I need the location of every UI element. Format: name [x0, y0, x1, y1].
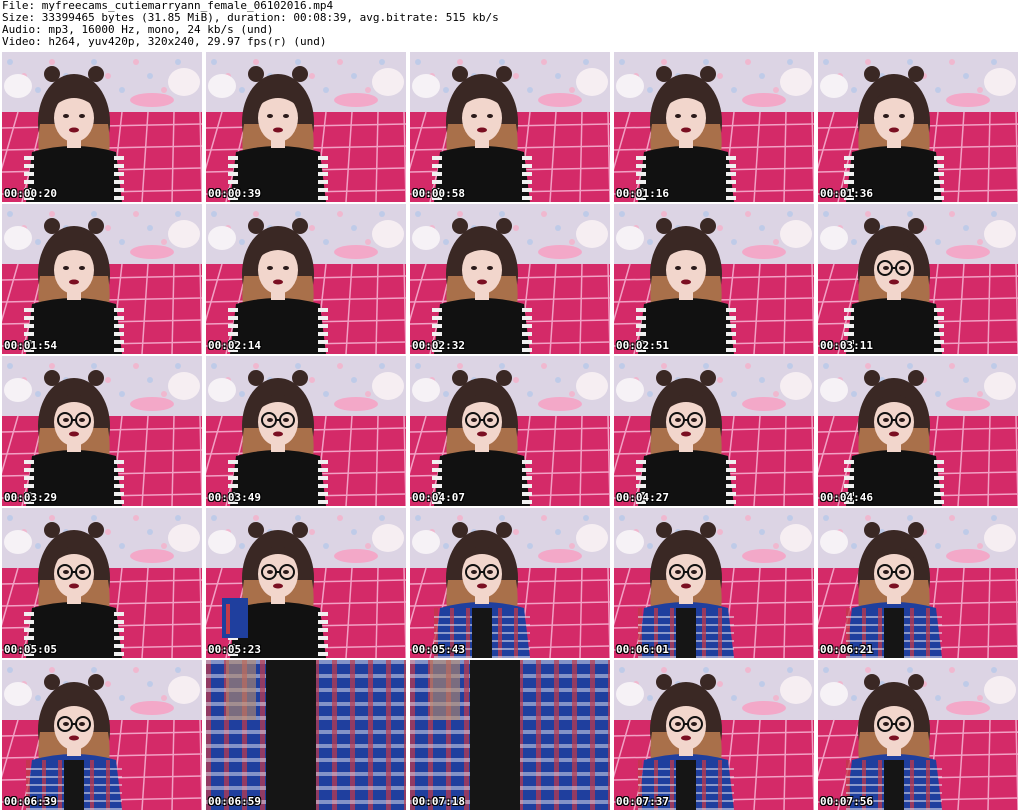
- thumbnail-timestamp: 00:04:46: [820, 491, 873, 504]
- thumbnail-timestamp: 00:04:07: [412, 491, 465, 504]
- video-thumbnail: 00:03:49: [206, 356, 406, 506]
- thumbnail-frame-image: [818, 508, 1018, 658]
- video-thumbnail: 00:04:46: [818, 356, 1018, 506]
- thumbnail-frame-image: [206, 204, 406, 354]
- video-thumbnail: 00:07:56: [818, 660, 1018, 810]
- thumbnail-frame-image: [614, 356, 814, 506]
- thumbnail-timestamp: 00:02:14: [208, 339, 261, 352]
- thumbnail-timestamp: 00:01:16: [616, 187, 669, 200]
- thumbnail-timestamp: 00:01:54: [4, 339, 57, 352]
- thumbnail-frame-image: [614, 660, 814, 810]
- thumbnail-timestamp: 00:06:59: [208, 795, 261, 808]
- thumbnail-timestamp: 00:03:11: [820, 339, 873, 352]
- thumbnail-timestamp: 00:02:32: [412, 339, 465, 352]
- video-thumbnail: 00:01:54: [2, 204, 202, 354]
- video-thumbnail: 00:01:16: [614, 52, 814, 202]
- thumbnail-frame-image: [818, 52, 1018, 202]
- video-thumbnail: 00:06:59: [206, 660, 406, 810]
- thumbnail-frame-image: [2, 508, 202, 658]
- thumbnail-timestamp: 00:03:49: [208, 491, 261, 504]
- video-thumbnail: 00:06:39: [2, 660, 202, 810]
- thumbnail-frame-image: [2, 356, 202, 506]
- video-thumbnail: 00:07:37: [614, 660, 814, 810]
- video-thumbnail: 00:02:51: [614, 204, 814, 354]
- video-thumbnail: 00:00:39: [206, 52, 406, 202]
- thumbnail-frame-image: [410, 52, 610, 202]
- video-thumbnail: 00:00:20: [2, 52, 202, 202]
- thumbnail-frame-image: [818, 660, 1018, 810]
- thumbnail-frame-image: [614, 508, 814, 658]
- video-info-line: Video: h264, yuv420p, 320x240, 29.97 fps…: [2, 35, 327, 48]
- video-thumbnail: 00:06:21: [818, 508, 1018, 658]
- thumbnail-timestamp: 00:02:51: [616, 339, 669, 352]
- video-thumbnail: 00:05:43: [410, 508, 610, 658]
- thumbnail-frame-image: [2, 52, 202, 202]
- thumbnail-frame-image: [410, 660, 610, 810]
- thumbnail-frame-image: [818, 204, 1018, 354]
- thumbnail-timestamp: 00:03:29: [4, 491, 57, 504]
- thumbnail-timestamp: 00:00:20: [4, 187, 57, 200]
- video-thumbnail: 00:05:23: [206, 508, 406, 658]
- thumbnail-frame-image: [410, 508, 610, 658]
- thumbnail-timestamp: 00:06:01: [616, 643, 669, 656]
- thumbnail-frame-image: [206, 52, 406, 202]
- thumbnail-frame-image: [2, 660, 202, 810]
- video-thumbnail: 00:01:36: [818, 52, 1018, 202]
- thumbnail-timestamp: 00:07:37: [616, 795, 669, 808]
- thumbnail-timestamp: 00:07:56: [820, 795, 873, 808]
- contact-sheet: File: myfreecams_cutiemarryann_female_06…: [0, 0, 1024, 811]
- thumbnail-frame-image: [206, 508, 406, 658]
- thumbnail-timestamp: 00:05:05: [4, 643, 57, 656]
- video-thumbnail: 00:04:27: [614, 356, 814, 506]
- video-thumbnail: 00:04:07: [410, 356, 610, 506]
- video-thumbnail: 00:05:05: [2, 508, 202, 658]
- video-thumbnail: 00:03:11: [818, 204, 1018, 354]
- thumbnail-frame-image: [614, 52, 814, 202]
- thumbnail-timestamp: 00:05:43: [412, 643, 465, 656]
- thumbnail-timestamp: 00:01:36: [820, 187, 873, 200]
- thumbnail-timestamp: 00:07:18: [412, 795, 465, 808]
- thumbnail-timestamp: 00:00:58: [412, 187, 465, 200]
- video-thumbnail: 00:07:18: [410, 660, 610, 810]
- thumbnail-frame-image: [206, 660, 406, 810]
- thumbnail-frame-image: [614, 204, 814, 354]
- video-thumbnail: 00:06:01: [614, 508, 814, 658]
- thumbnail-timestamp: 00:04:27: [616, 491, 669, 504]
- video-thumbnail: 00:02:14: [206, 204, 406, 354]
- thumbnail-frame-image: [410, 356, 610, 506]
- thumbnail-frame-image: [206, 356, 406, 506]
- thumbnail-grid: 00:00:20 00:00:39 00:00:58 00:01:16 00:01:36…: [2, 52, 1022, 811]
- video-thumbnail: 00:00:58: [410, 52, 610, 202]
- thumbnail-frame-image: [818, 356, 1018, 506]
- thumbnail-timestamp: 00:05:23: [208, 643, 261, 656]
- video-thumbnail: 00:03:29: [2, 356, 202, 506]
- video-thumbnail: 00:02:32: [410, 204, 610, 354]
- thumbnail-timestamp: 00:00:39: [208, 187, 261, 200]
- thumbnail-frame-image: [410, 204, 610, 354]
- thumbnail-timestamp: 00:06:21: [820, 643, 873, 656]
- media-info-header: File: myfreecams_cutiemarryann_female_06…: [2, 0, 1022, 50]
- thumbnail-timestamp: 00:06:39: [4, 795, 57, 808]
- thumbnail-frame-image: [2, 204, 202, 354]
